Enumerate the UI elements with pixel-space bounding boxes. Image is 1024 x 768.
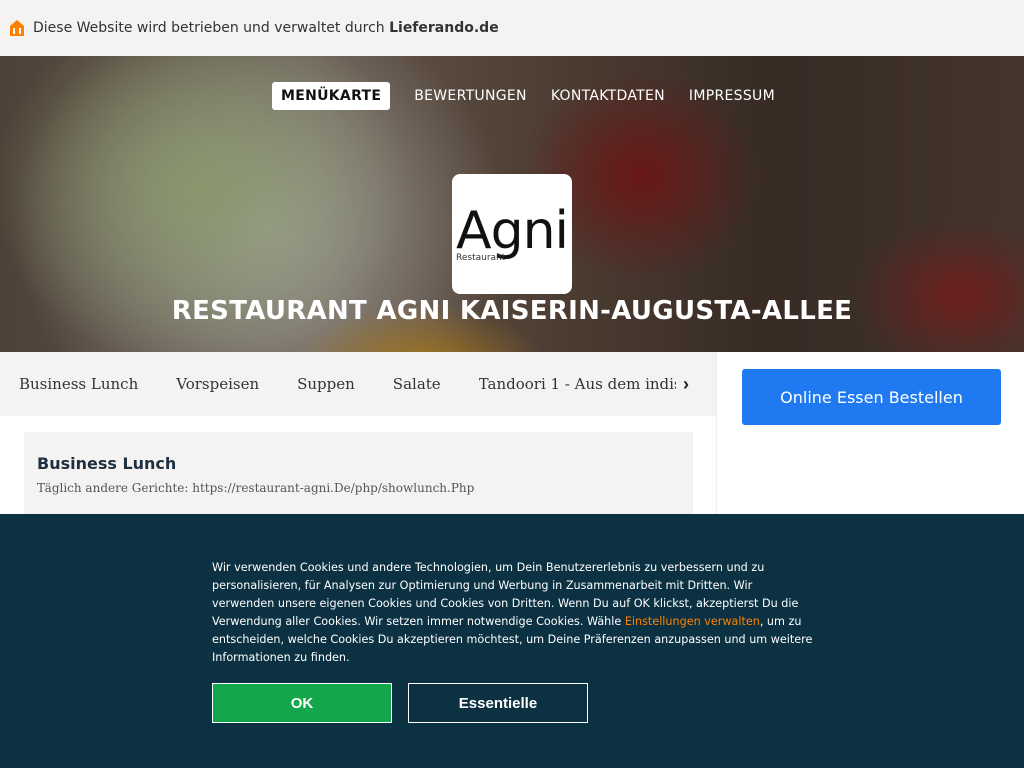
restaurant-title: RESTAURANT AGNI KAISERIN-AUGUSTA-ALLEE	[171, 296, 853, 326]
main-nav: MENÜKARTE BEWERTUNGEN KONTAKTDATEN IMPRE…	[272, 82, 790, 110]
category-salate[interactable]: Salate	[393, 375, 441, 393]
category-business-lunch[interactable]: Business Lunch	[19, 375, 138, 393]
logo-subtitle: Restaurant	[456, 253, 506, 263]
nav-contact[interactable]: KONTAKTDATEN	[542, 82, 674, 110]
category-vorspeisen[interactable]: Vorspeisen	[176, 375, 259, 393]
manage-settings-link[interactable]: Einstellungen verwalten	[625, 615, 760, 628]
operator-notice-text: Diese Website wird betrieben und verwalt…	[33, 20, 390, 36]
hero-banner: MENÜKARTE BEWERTUNGEN KONTAKTDATEN IMPRE…	[0, 56, 1024, 352]
cookie-ok-button[interactable]: OK	[212, 683, 392, 723]
nav-menu[interactable]: MENÜKARTE	[272, 82, 391, 110]
section-title: Business Lunch	[37, 454, 177, 473]
section-description: Täglich andere Gerichte: https://restaur…	[37, 481, 475, 495]
category-tandoori[interactable]: Tandoori 1 - Aus dem indischen Lehmofen	[479, 375, 694, 393]
house-icon	[10, 20, 24, 36]
cookie-text: Wir verwenden Cookies und andere Technol…	[212, 559, 818, 667]
logo-word: Agni	[456, 201, 569, 261]
cookie-essential-button[interactable]: Essentielle	[408, 683, 588, 723]
restaurant-logo: Agni Restaurant	[452, 174, 572, 294]
order-online-button[interactable]: Online Essen Bestellen	[742, 369, 1001, 425]
category-suppen[interactable]: Suppen	[297, 375, 355, 393]
category-nav: Business Lunch Vorspeisen Suppen Salate …	[0, 352, 716, 416]
menu-content: Business Lunch Täglich andere Gerichte: …	[0, 416, 716, 522]
operator-brand: Lieferando.de	[389, 20, 499, 36]
operator-notice-bar: Diese Website wird betrieben und verwalt…	[0, 0, 1024, 56]
nav-reviews[interactable]: BEWERTUNGEN	[405, 82, 536, 110]
chevron-right-icon[interactable]: ›	[676, 374, 696, 394]
order-sidebar: Online Essen Bestellen	[716, 352, 1024, 514]
menu-section-business-lunch: Business Lunch Täglich andere Gerichte: …	[24, 432, 693, 522]
cookie-banner: Wir verwenden Cookies und andere Technol…	[0, 514, 1024, 768]
operator-notice: Diese Website wird betrieben und verwalt…	[33, 20, 499, 36]
nav-imprint[interactable]: IMPRESSUM	[680, 82, 784, 110]
